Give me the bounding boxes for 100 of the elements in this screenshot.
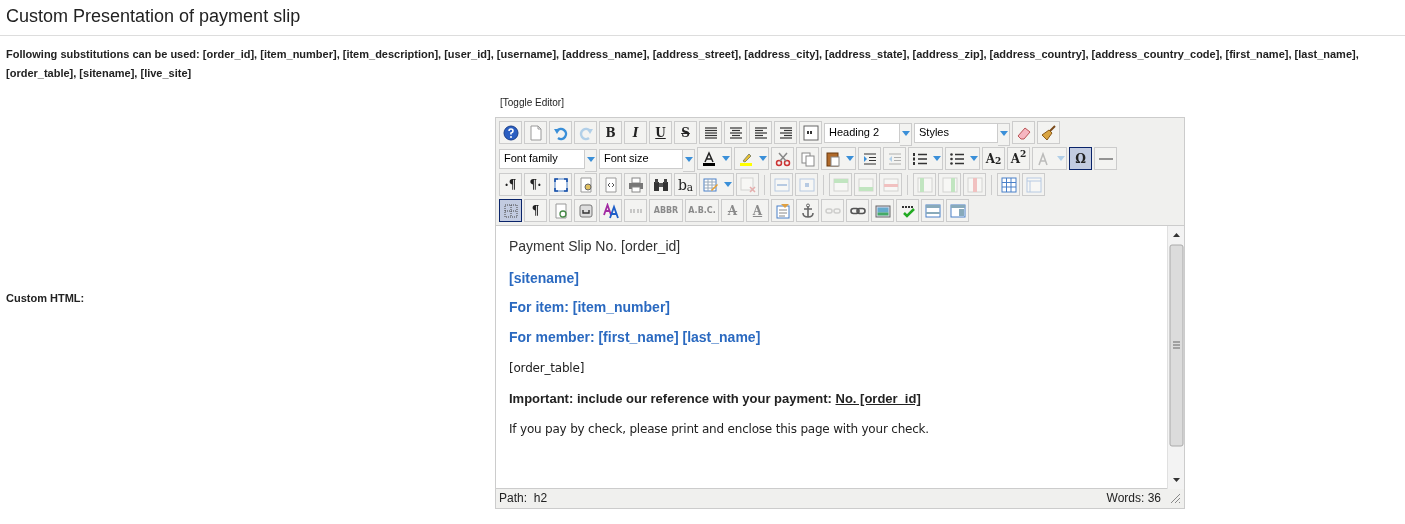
- text-style-icon: [602, 202, 619, 219]
- dropdown-arrow-button[interactable]: [585, 148, 597, 172]
- format-button[interactable]: I: [624, 121, 647, 145]
- anchor-icon: [799, 202, 816, 219]
- format-button[interactable]: B: [599, 121, 622, 145]
- printer-button[interactable]: [624, 173, 647, 197]
- printer-icon: [627, 176, 644, 193]
- bullet-list-icon: [949, 150, 965, 167]
- format-button[interactable]: A$^{2}$: [1007, 147, 1030, 171]
- format-button[interactable]: S: [674, 121, 697, 145]
- format-button[interactable]: Ω: [1069, 147, 1092, 171]
- panel-icon: [949, 202, 966, 219]
- paragraph-text: Important: include our reference with your payment: No. [order_id]: [509, 390, 922, 408]
- attributes-button[interactable]: [771, 199, 794, 223]
- justify-button[interactable]: [699, 121, 722, 145]
- binoculars-button[interactable]: [649, 173, 672, 197]
- heading-text: [sitename]: [509, 269, 581, 287]
- style-select[interactable]: Styles: [914, 122, 998, 143]
- delete-column-icon: [966, 176, 983, 193]
- table-icon: [703, 176, 719, 193]
- paragraph-text: If you pay by check, please print and enclose this page with your check.: [509, 421, 930, 439]
- resize-handle-icon[interactable]: [1169, 492, 1181, 505]
- template-button[interactable]: [549, 199, 572, 223]
- quote-button[interactable]: [799, 121, 822, 145]
- anchor-button[interactable]: [796, 199, 819, 223]
- substitutions-note: Following substitutions can be used: [order_id], [item_number], [item_description], [user_id], [username], [address_name], [address_street], [address_city], [address_state], [address_zip], [address_country], [address_country_code], [first_name], [last_name], [order_table], [sitename], [live_site]: [5, 46, 1360, 81]
- help-icon: [502, 124, 519, 141]
- paste-button[interactable]: [821, 147, 844, 171]
- scissors-button[interactable]: [771, 147, 794, 171]
- caret-icon: [901, 131, 910, 138]
- split-cells-icon: [1000, 176, 1017, 193]
- heading-text: For item: [item_number]: [509, 299, 671, 317]
- heading-text: Payment Slip No. [order_id]: [509, 236, 682, 256]
- format-button[interactable]: b$_{a}$: [674, 173, 697, 197]
- help-button[interactable]: [499, 121, 522, 145]
- panel-button[interactable]: [946, 199, 969, 223]
- preview-icon: [577, 176, 594, 193]
- insert-column-after-icon: [941, 176, 958, 193]
- caret-icon: [684, 157, 693, 164]
- caret-icon: [969, 155, 978, 162]
- page-title: Custom Presentation of payment slip: [0, 0, 1405, 36]
- merge-cells-icon: [1025, 176, 1042, 193]
- link-button[interactable]: [846, 199, 869, 223]
- horizontal-rule-button[interactable]: [1094, 147, 1117, 171]
- align-left-button[interactable]: [749, 121, 772, 145]
- visual-aid-button[interactable]: [499, 199, 522, 223]
- format-button[interactable]: ¶: [524, 199, 547, 223]
- fullscreen-button[interactable]: [549, 173, 572, 197]
- font-size-select[interactable]: Font size: [599, 148, 683, 169]
- broom-button[interactable]: [1037, 121, 1060, 145]
- align-left-icon: [752, 124, 769, 141]
- format-button[interactable]: A$_{2}$: [982, 147, 1005, 171]
- caret-icon: [1056, 155, 1065, 162]
- caret-icon: [723, 181, 732, 188]
- eraser-button[interactable]: [1012, 121, 1035, 145]
- scrollbar[interactable]: [1167, 225, 1184, 489]
- paste-icon: [825, 150, 841, 167]
- numbered-list-icon: [912, 150, 928, 167]
- format-button[interactable]: ·¶: [499, 173, 522, 197]
- indent-icon: [861, 150, 878, 167]
- justify-icon: [702, 124, 719, 141]
- page-break-icon: [577, 202, 594, 219]
- code-icon: [602, 176, 619, 193]
- window-icon: [924, 202, 941, 219]
- path-element-link[interactable]: h2: [533, 491, 548, 506]
- table-cell-icon: [798, 176, 815, 193]
- caret-icon: [932, 155, 941, 162]
- split-cells-button[interactable]: [997, 173, 1020, 197]
- dropdown-arrow-button[interactable]: [998, 122, 1010, 146]
- format-select[interactable]: Heading 2: [824, 122, 900, 143]
- format-button[interactable]: ¶·: [524, 173, 547, 197]
- numbered-list-button[interactable]: [908, 147, 931, 171]
- align-center-icon: [727, 124, 744, 141]
- format-button[interactable]: U: [649, 121, 672, 145]
- indent-button[interactable]: [858, 147, 881, 171]
- caret-icon: [758, 155, 767, 162]
- delete-table-icon: [739, 176, 756, 193]
- align-center-button[interactable]: [724, 121, 747, 145]
- font-family-select[interactable]: Font family: [499, 148, 585, 169]
- caret-icon: [845, 155, 854, 162]
- path-label: Path:: [499, 491, 528, 506]
- spell-check-button[interactable]: [896, 199, 919, 223]
- text-color-icon: [701, 150, 717, 167]
- preview-button[interactable]: [574, 173, 597, 197]
- heading-text: For member: [first_name] [last_name]: [509, 329, 762, 346]
- image-icon: [874, 202, 891, 219]
- attributes-icon: [774, 202, 791, 219]
- align-right-button[interactable]: [774, 121, 797, 145]
- text-color-button[interactable]: [697, 147, 720, 171]
- word-count: Words: 36: [1106, 490, 1161, 508]
- page-break-button[interactable]: [574, 199, 597, 223]
- fullscreen-icon: [552, 176, 569, 193]
- toggle-editor-link[interactable]: [Toggle Editor]: [500, 94, 564, 110]
- text-style-button[interactable]: [599, 199, 622, 223]
- align-right-icon: [777, 124, 794, 141]
- bullet-list-button[interactable]: [945, 147, 968, 171]
- template-icon: [552, 202, 569, 219]
- paragraph-text: [order_table]: [509, 360, 586, 377]
- field-label: Custom HTML:: [6, 291, 85, 307]
- undo-button[interactable]: [549, 121, 572, 145]
